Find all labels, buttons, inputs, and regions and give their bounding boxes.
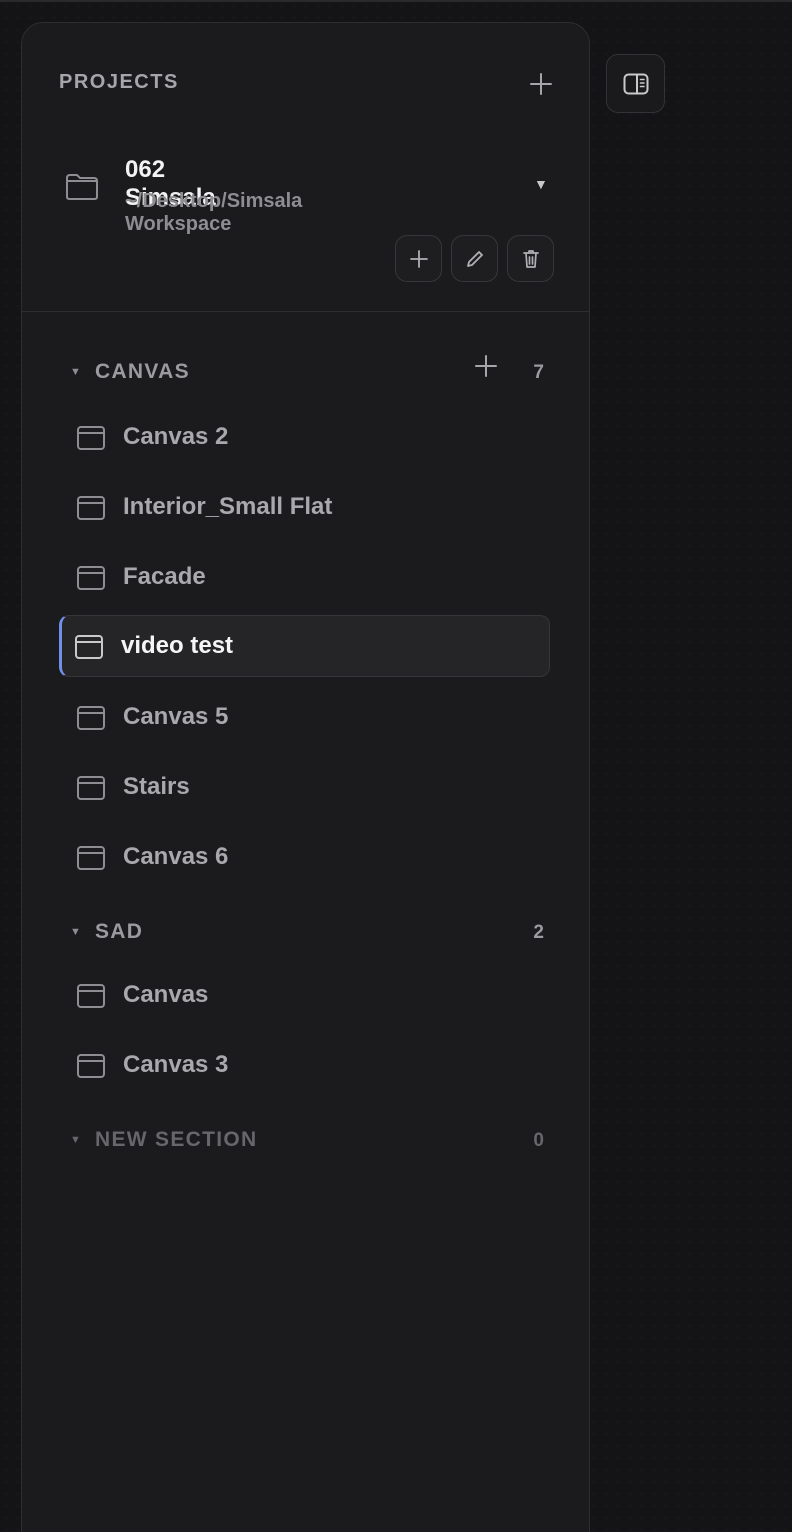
section-header-canvas[interactable]: ▼ CANVAS 7 (22, 355, 589, 390)
canvas-item[interactable]: Interior_Small Flat (59, 476, 550, 538)
chevron-down-icon[interactable]: ▼ (534, 176, 548, 192)
section-count: 0 (533, 1130, 544, 1151)
sidebar-divider (22, 311, 589, 312)
sidebar-toggle-icon (623, 73, 648, 94)
add-project-button[interactable] (526, 69, 556, 99)
canvas-window-icon (77, 566, 105, 590)
canvas-item[interactable]: Canvas 5 (59, 686, 550, 748)
app-window: PROJECTS 062 Simsala ~/Desktop/Simsala W… (0, 0, 792, 1532)
add-canvas-to-section-button[interactable] (472, 352, 500, 380)
section-count: 2 (533, 922, 544, 943)
caret-down-icon[interactable]: ▼ (70, 1134, 81, 1146)
plus-icon (475, 355, 497, 377)
caret-down-icon[interactable]: ▼ (70, 926, 81, 938)
canvas-item-label: Canvas 6 (123, 843, 229, 870)
edit-project-button[interactable] (451, 235, 498, 282)
project-path: ~/Desktop/Simsala Workspace (125, 190, 303, 235)
canvas-item[interactable]: Stairs (59, 756, 550, 818)
folder-icon (66, 174, 98, 200)
canvas-item[interactable]: Canvas (59, 964, 550, 1026)
caret-down-icon[interactable]: ▼ (70, 366, 81, 378)
canvas-window-icon (77, 426, 105, 450)
trash-icon (522, 249, 539, 268)
canvas-item[interactable]: Canvas 6 (59, 826, 550, 888)
canvas-window-icon (77, 776, 105, 800)
canvas-window-icon (77, 984, 105, 1008)
canvas-item[interactable]: Canvas 2 (59, 406, 550, 468)
delete-project-button[interactable] (507, 235, 554, 282)
window-top-border (0, 0, 792, 2)
canvas-window-icon (77, 1054, 105, 1078)
canvas-window-icon (77, 846, 105, 870)
canvas-window-icon (75, 635, 103, 659)
canvas-item[interactable]: Canvas 3 (59, 1034, 550, 1096)
canvas-item-selected[interactable]: video test (59, 615, 550, 677)
section-title: NEW SECTION (95, 1128, 258, 1151)
canvas-window-icon (77, 496, 105, 520)
canvas-item-label: Stairs (123, 773, 190, 800)
pencil-icon (466, 250, 483, 267)
plus-icon (409, 249, 428, 268)
section-count: 7 (533, 362, 544, 383)
section-title: SAD (95, 920, 144, 943)
plus-icon (530, 73, 552, 95)
section-header-sad[interactable]: ▼ SAD 2 (22, 920, 589, 950)
section-header-new-section[interactable]: ▼ NEW SECTION 0 (22, 1128, 589, 1158)
canvas-item-label: Canvas 2 (123, 423, 229, 450)
projects-heading: PROJECTS (59, 71, 179, 93)
canvas-window-icon (77, 706, 105, 730)
canvas-item-label: Canvas 3 (123, 1051, 229, 1078)
canvas-item-label: Facade (123, 563, 206, 590)
sidebar-toggle-button[interactable] (606, 54, 665, 113)
canvas-item[interactable]: Facade (59, 546, 550, 608)
canvas-item-label: Interior_Small Flat (123, 493, 333, 520)
add-canvas-button[interactable] (395, 235, 442, 282)
canvas-item-label: Canvas (123, 981, 209, 1008)
canvas-item-label: Canvas 5 (123, 703, 229, 730)
projects-sidebar: PROJECTS 062 Simsala ~/Desktop/Simsala W… (21, 22, 590, 1532)
canvas-item-label: video test (121, 632, 234, 659)
section-title: CANVAS (95, 360, 190, 383)
